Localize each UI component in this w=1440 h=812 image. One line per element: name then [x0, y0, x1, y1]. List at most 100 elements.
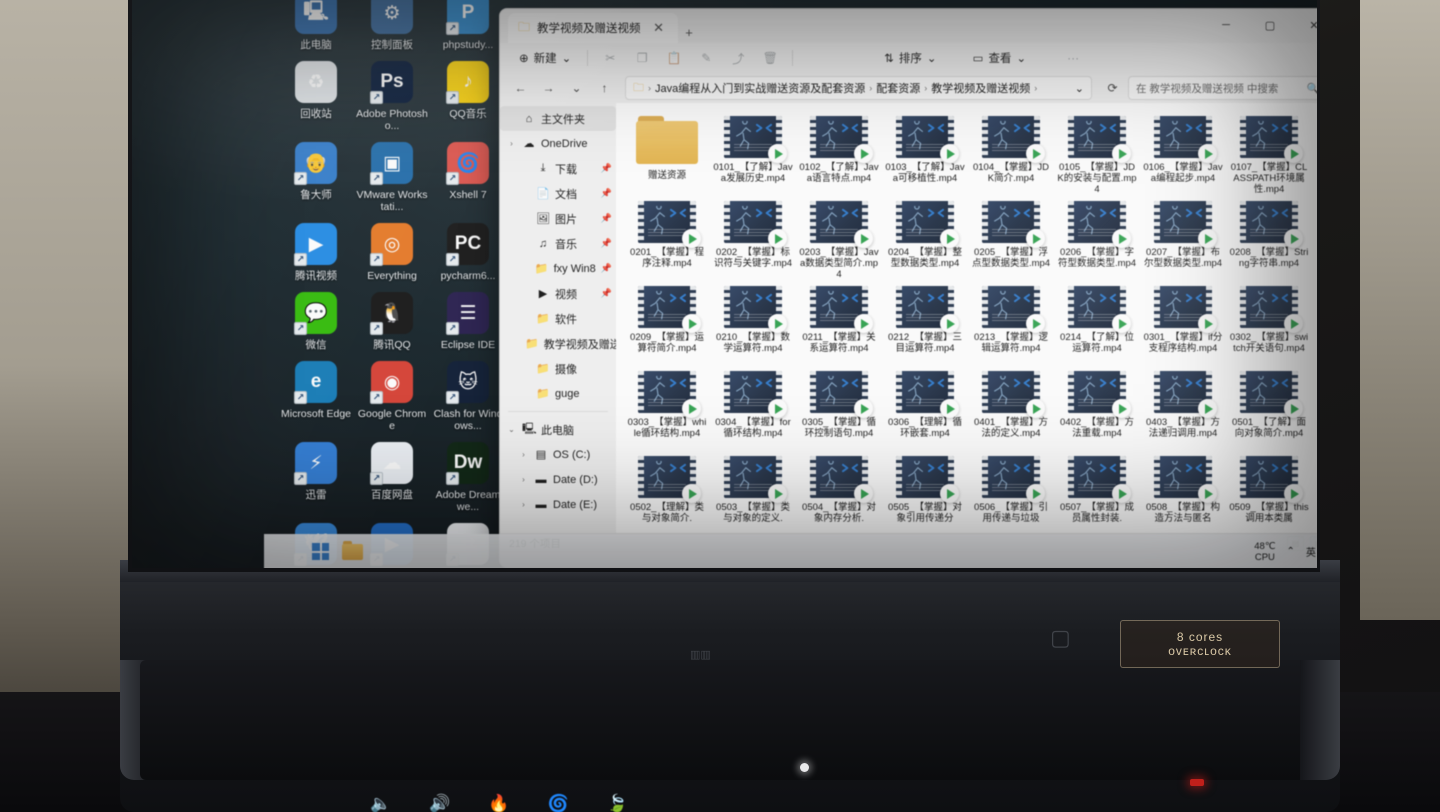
video-file-item[interactable]: 0503_【掌握】类与对象的定义. [710, 451, 796, 533]
video-file-item[interactable]: 0105_【掌握】JDK的安装与配置.mp4 [1054, 111, 1140, 196]
cut-icon[interactable]: ✂ [595, 47, 625, 70]
ime-language-icon[interactable]: 英 [1306, 544, 1316, 559]
search-input[interactable]: 在 教学视频及赠送视频 中搜索 🔍 [1128, 76, 1317, 100]
sidebar-item-1[interactable]: › ☁ OneDrive [500, 131, 616, 156]
video-file-item[interactable]: 0101_【了解】Java发展历史.mp4 [710, 111, 796, 196]
sidebar-item-11[interactable]: 📁 guge [514, 381, 616, 406]
refresh-icon[interactable]: ⟳ [1100, 76, 1125, 100]
pin-icon[interactable]: 📌 [601, 288, 612, 299]
video-file-item[interactable]: 0207_【掌握】布尔型数据类型.mp4 [1140, 196, 1226, 281]
sidebar-item-0[interactable]: ⌂ 主文件夹 [500, 106, 616, 131]
video-file-item[interactable]: 0103_【了解】Java可移植性.mp4 [882, 111, 968, 196]
pin-icon[interactable]: 📌 [601, 263, 612, 274]
video-file-item[interactable]: 0303_【掌握】while循环结构.mp4 [624, 366, 710, 451]
desktop-icon[interactable]: ♪ ↗ QQ音乐 [432, 51, 504, 132]
video-file-item[interactable]: 0509_【掌握】this调用本类属 [1226, 451, 1312, 533]
media-key-icon[interactable]: 🌀 [548, 795, 569, 812]
video-file-item[interactable]: 0206_【掌握】字符型数据类型.mp4 [1054, 196, 1140, 281]
explorer-tab[interactable]: 🗀 教学视频及赠送视频 ✕ [508, 13, 678, 43]
video-file-item[interactable]: 0306_【理解】循环嵌套.mp4 [882, 366, 968, 451]
back-icon[interactable]: ← [508, 76, 533, 100]
chevron-right-icon[interactable]: ⌄ [506, 425, 517, 434]
new-button[interactable]: ⊕ 新建 ⌄ [510, 46, 580, 70]
video-file-item[interactable]: 0209_【掌握】运算符简介.mp4 [624, 281, 710, 366]
folder-item[interactable]: 赠送资源 [624, 111, 710, 196]
desktop-icon[interactable]: 🐧 ↗ 腾讯QQ [356, 282, 428, 351]
sidebar-item-7[interactable]: ▶ 视频 📌 [514, 281, 616, 306]
video-file-item[interactable]: 0506_【掌握】引用传递与垃圾 [968, 451, 1054, 533]
delete-icon[interactable]: 🗑 [755, 47, 785, 70]
paste-icon[interactable]: 📋 [659, 47, 689, 70]
media-key-icon[interactable]: 🔥 [488, 795, 509, 812]
chevron-right-icon[interactable]: › [518, 500, 529, 509]
chevron-right-icon[interactable]: › [518, 475, 529, 484]
chevron-right-icon[interactable]: › [506, 139, 517, 148]
video-file-item[interactable]: 0102_【了解】Java语言特点.mp4 [796, 111, 882, 196]
desktop-icon[interactable]: ☁ ↗ 百度网盘 [356, 432, 428, 513]
address-chevron-down-icon[interactable]: ⌄ [1075, 82, 1084, 95]
video-file-item[interactable]: 0213_【掌握】逻辑运算符.mp4 [968, 281, 1054, 366]
sidebar-item-8[interactable]: 📁 软件 [514, 306, 616, 331]
media-key-icon[interactable]: 🔈 [370, 795, 391, 812]
close-button[interactable]: ✕ [1292, 9, 1317, 41]
video-file-item[interactable]: 0214_【了解】位运算符.mp4 [1054, 281, 1140, 366]
video-file-item[interactable]: 0402_【掌握】方法重载.mp4 [1054, 366, 1140, 451]
pin-icon[interactable]: 📌 [601, 238, 612, 249]
sidebar-item-12[interactable]: ⌄ 🖳 此电脑 [500, 417, 616, 442]
desktop-icon[interactable]: 🌀 ↗ Xshell 7 [432, 132, 504, 213]
video-file-item[interactable]: 0403_【掌握】方法递归调用.mp4 [1140, 366, 1226, 451]
desktop-icon[interactable]: Ps ↗ Adobe Photosho... [356, 51, 428, 132]
video-file-item[interactable]: 0304_【掌握】for循环结构.mp4 [710, 366, 796, 451]
video-file-item[interactable]: 0205_【掌握】浮点型数据类型.mp4 [968, 196, 1054, 281]
video-file-item[interactable]: 0401_【掌握】方法的定义.mp4 [968, 366, 1054, 451]
tray-cpu-widget[interactable]: 48℃ CPU [1254, 541, 1275, 563]
desktop-icon[interactable]: ▣ ↗ VMware Workstati... [356, 132, 428, 213]
file-list-view[interactable]: 赠送资源 0101_【了解】Java发展历史.mp4 0102_【了解】Java语言… [616, 103, 1317, 533]
video-file-item[interactable]: 0204_【掌握】整型数据类型.mp4 [882, 196, 968, 281]
sidebar-item-13[interactable]: › ▤ OS (C:) [512, 442, 616, 467]
media-key-icon[interactable]: 🔊 [429, 795, 450, 812]
desktop-icon[interactable]: ▶ ↗ 腾讯视频 [280, 213, 352, 282]
desktop-icon[interactable]: ◉ ↗ Google Chrome [356, 351, 428, 432]
video-file-item[interactable]: 0106_【掌握】Java编程起步.mp4 [1140, 111, 1226, 196]
desktop-icon[interactable]: PC ↗ pycharm6... [432, 213, 504, 282]
video-file-item[interactable]: 0210_【掌握】数学运算符.mp4 [710, 281, 796, 366]
more-options-icon[interactable]: ··· [1058, 47, 1088, 70]
video-file-item[interactable]: 0104_【掌握】JDK简介.mp4 [968, 111, 1054, 196]
video-file-item[interactable]: 0208_【掌握】String字符串.mp4 [1226, 196, 1312, 281]
start-button[interactable] [312, 543, 329, 560]
pin-icon[interactable]: 📌 [601, 188, 612, 199]
sort-button[interactable]: ⇅ 排序 ⌄ [876, 47, 944, 69]
video-file-item[interactable]: 0302_【掌握】switch开关语句.mp4 [1226, 281, 1312, 366]
desktop-icon[interactable]: ⚡ ↗ 迅雷 [280, 432, 352, 513]
video-file-item[interactable]: 0211_【掌握】关系运算符.mp4 [796, 281, 882, 366]
file-explorer-window[interactable]: 🗀 教学视频及赠送视频 ✕ + ─ ▢ ✕ ⊕ 新建 ⌄ [499, 8, 1317, 568]
copy-icon[interactable]: ❐ [627, 47, 657, 70]
desktop-icon[interactable]: 🖳 此电脑 [280, 0, 352, 51]
video-file-item[interactable]: 0502_【理解】类与对象简介. [624, 451, 710, 533]
up-icon[interactable]: ↑ [592, 76, 617, 100]
video-file-item[interactable]: 0508_【掌握】构造方法与匿名 [1140, 451, 1226, 533]
forward-icon[interactable]: → [536, 76, 561, 100]
desktop-icon[interactable]: ♻ 回收站 [280, 51, 352, 132]
tray-expand-chevron-up-icon[interactable]: ⌃ [1287, 546, 1295, 557]
pin-icon[interactable]: 📌 [601, 213, 612, 224]
tab-close-icon[interactable]: ✕ [648, 17, 670, 39]
video-file-item[interactable]: 0202_【掌握】标识符与关键字.mp4 [710, 196, 796, 281]
file-explorer-taskbar-icon[interactable] [342, 540, 363, 560]
sidebar-item-2[interactable]: ⤓ 下载 📌 [514, 156, 616, 181]
video-file-item[interactable]: 0201_【掌握】程序注释.mp4 [624, 196, 710, 281]
video-file-item[interactable]: 0212_【掌握】三目运算符.mp4 [882, 281, 968, 366]
video-file-item[interactable]: 0305_【掌握】循环控制语句.mp4 [796, 366, 882, 451]
sidebar-item-4[interactable]: 🖼 图片 📌 [514, 206, 616, 231]
desktop-icon[interactable]: 💬 ↗ 微信 [280, 282, 352, 351]
windows-taskbar[interactable]: 48℃ CPU ⌃ 英 ◥ 🔊 🔋 22:36 2023/7/31 [264, 534, 1317, 568]
breadcrumb-item-2[interactable]: 教学视频及赠送视频 [931, 80, 1030, 96]
breadcrumb[interactable]: 🗀 › Java编程从入门到实战赠送资源及配套资源 › 配套资源 › 教学视频及… [625, 76, 1092, 100]
breadcrumb-item-1[interactable]: 配套资源 [876, 80, 920, 96]
pin-icon[interactable]: 📌 [601, 163, 612, 174]
sidebar-item-15[interactable]: › ▬ Date (E:) [512, 492, 616, 517]
navigation-pane[interactable]: ⌂ 主文件夹 › ☁ OneDrive ⤓ 下载 📌 📄 文档 📌 🖼 图片 📌 ♫ 音乐 📌 📁 fxy Win8… [500, 103, 616, 533]
new-tab-icon[interactable]: + [678, 21, 700, 43]
video-file-item[interactable]: 0505_【掌握】对象引用传递分 [882, 451, 968, 533]
